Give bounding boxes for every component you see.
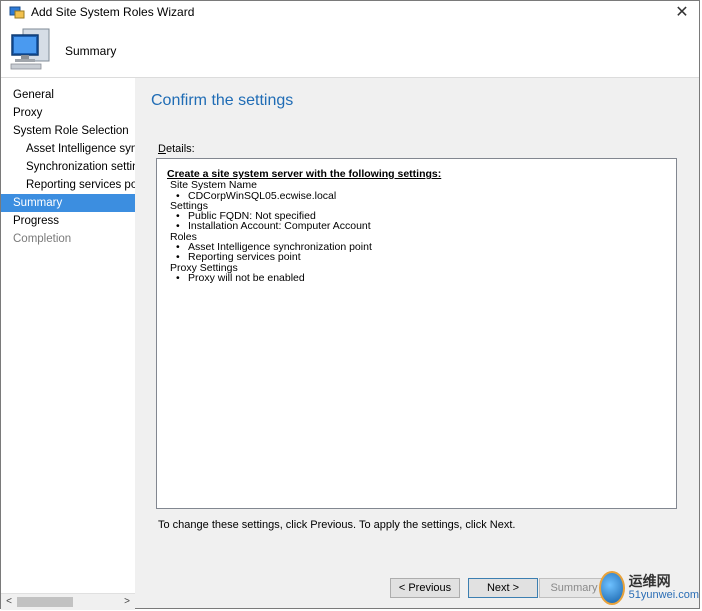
wizard-app-icon xyxy=(9,6,25,19)
nav-list: General Proxy System Role Selection Asset I… xyxy=(1,78,135,248)
scroll-right-icon[interactable]: > xyxy=(121,594,133,610)
details-title: Create a site system server with the fol… xyxy=(167,168,442,180)
instruction-note: To change these settings, click Previous… xyxy=(158,519,516,531)
title-bar: Add Site System Roles Wizard ✕ xyxy=(1,1,699,23)
next-button[interactable]: Next > xyxy=(468,578,538,598)
watermark-logo-icon xyxy=(599,571,625,605)
nav-item-reporting-services-point[interactable]: Reporting services point xyxy=(1,176,135,194)
page-heading: Confirm the settings xyxy=(151,92,294,109)
nav-item-summary[interactable]: Summary xyxy=(1,194,135,212)
window-title: Add Site System Roles Wizard xyxy=(31,5,195,19)
watermark-bottom: 51yunwei.com xyxy=(628,589,699,601)
close-icon: ✕ xyxy=(675,4,689,21)
wizard-nav: General Proxy System Role Selection Asset I… xyxy=(1,78,135,593)
details-label: Details: xyxy=(158,143,195,155)
details-bullet: Reporting services point xyxy=(167,252,666,263)
watermark-text: 运维网 51yunwei.com xyxy=(629,574,699,602)
content-panel: Confirm the settings Details: Create a s… xyxy=(135,78,699,608)
details-label-rest: etails: xyxy=(165,143,195,155)
details-bullet: Proxy will not be enabled xyxy=(167,273,666,284)
site-watermark: 运维网 51yunwei.com xyxy=(599,567,699,609)
nav-item-progress[interactable]: Progress xyxy=(1,212,135,230)
header-title: Summary xyxy=(65,44,117,58)
nav-item-proxy[interactable]: Proxy xyxy=(1,104,135,122)
computer-icon xyxy=(10,28,50,70)
details-bullet: Installation Account: Computer Account xyxy=(167,221,666,232)
details-lines: Site System NameCDCorpWinSQL05.ecwise.lo… xyxy=(167,180,666,283)
nav-item-completion[interactable]: Completion xyxy=(1,230,135,248)
wizard-window: Add Site System Roles Wizard ✕ Summary G… xyxy=(0,0,700,610)
horizontal-scrollbar[interactable]: < > xyxy=(1,593,135,610)
nav-item-synchronization-settings[interactable]: Synchronization settings xyxy=(1,158,135,176)
close-button[interactable]: ✕ xyxy=(671,2,693,22)
nav-item-system-role-selection[interactable]: System Role Selection xyxy=(1,122,135,140)
nav-item-asset-intelligence-synchro[interactable]: Asset Intelligence synchro xyxy=(1,140,135,158)
watermark-top: 运维网 xyxy=(628,573,671,589)
previous-button[interactable]: < Previous xyxy=(390,578,460,598)
details-bullet: CDCorpWinSQL05.ecwise.local xyxy=(167,190,666,201)
details-box[interactable]: Create a site system server with the fol… xyxy=(156,158,677,509)
scroll-thumb[interactable] xyxy=(17,597,73,607)
scroll-left-icon[interactable]: < xyxy=(3,594,15,610)
details-label-mnemonic: D xyxy=(158,143,166,155)
wizard-header: Summary xyxy=(1,23,699,78)
nav-item-general[interactable]: General xyxy=(1,86,135,104)
